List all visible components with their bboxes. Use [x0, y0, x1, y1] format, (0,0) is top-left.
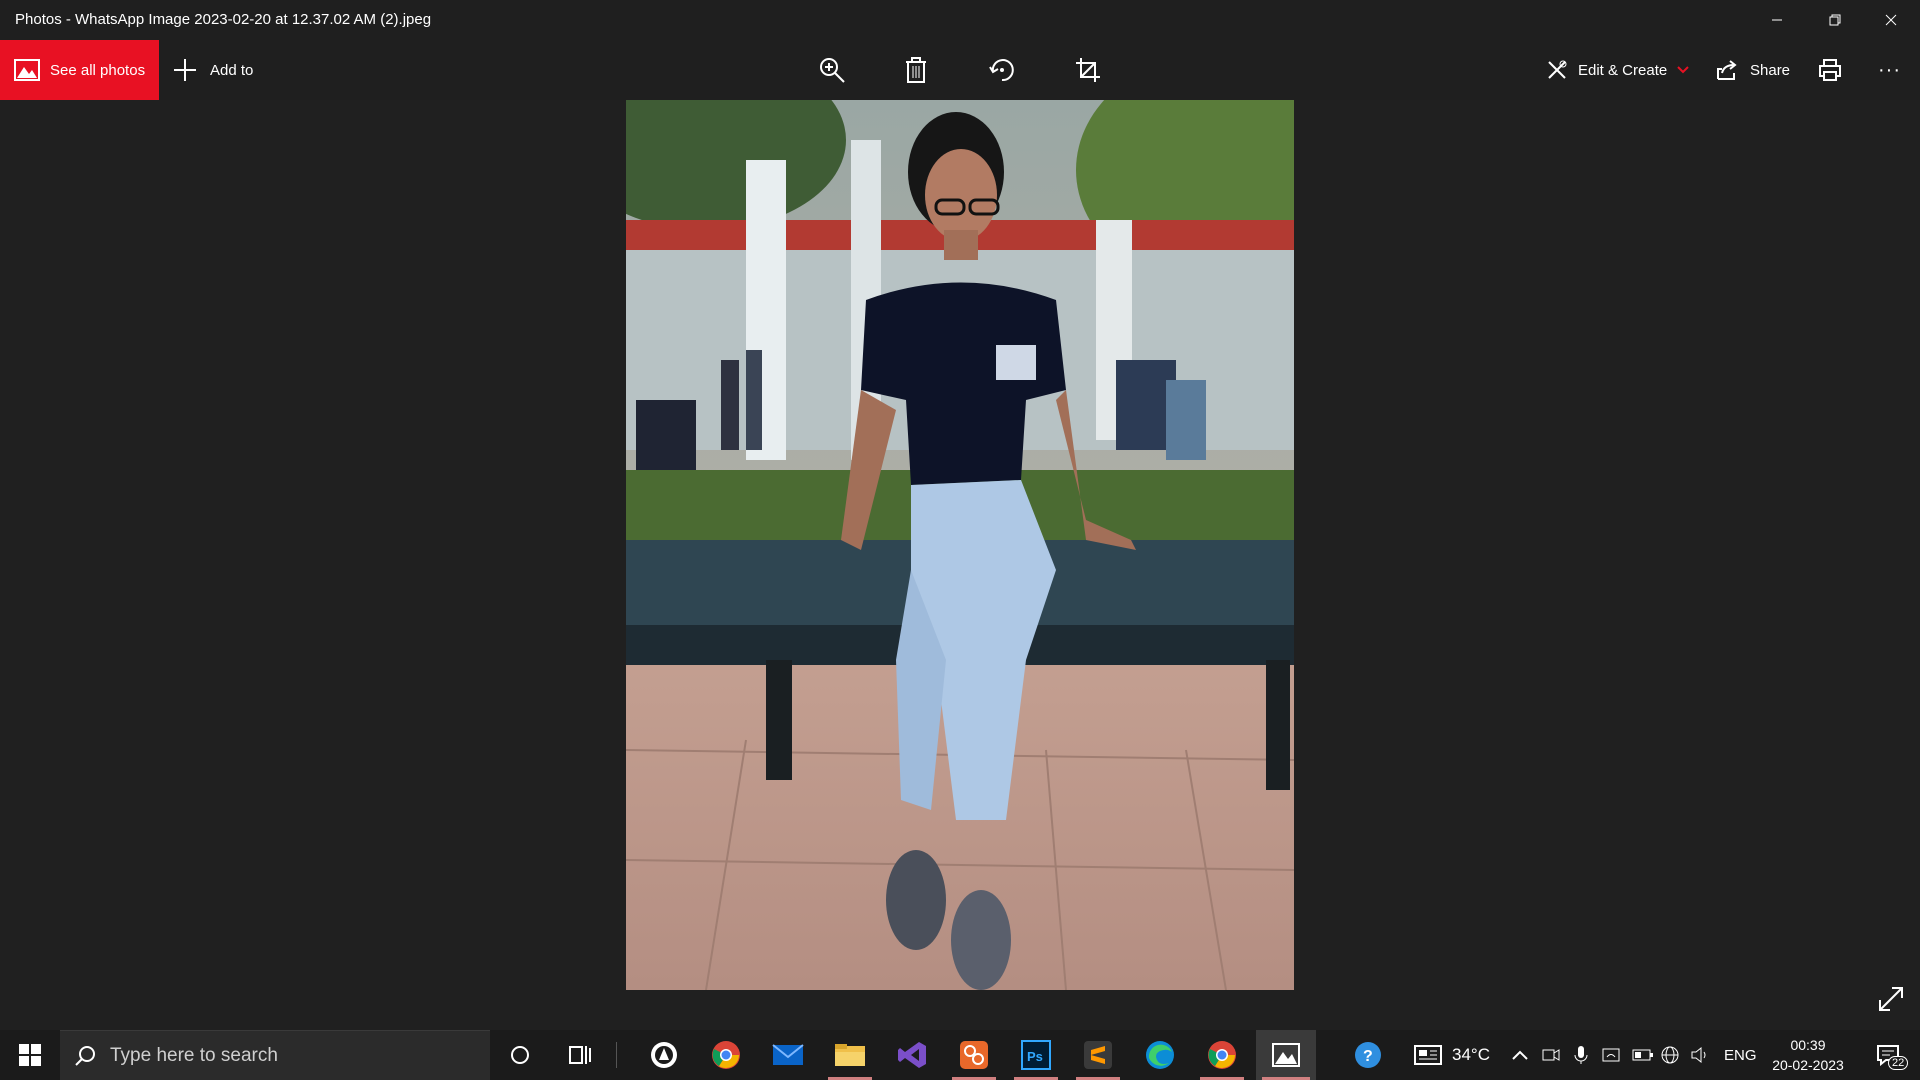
mail-icon — [772, 1044, 804, 1065]
camera-icon — [1542, 1049, 1560, 1061]
chevron-down-icon — [1677, 66, 1689, 74]
share-label: Share — [1750, 61, 1791, 79]
print-button[interactable] — [1814, 54, 1846, 86]
fullscreen-button[interactable] — [1876, 984, 1906, 1014]
trash-icon — [906, 57, 926, 83]
chrome-icon — [1208, 1041, 1236, 1069]
more-options-button[interactable]: ··· — [1878, 40, 1901, 100]
svg-text:Ps: Ps — [1027, 1049, 1043, 1064]
visual-studio-icon — [898, 1042, 926, 1068]
rotate-button[interactable] — [986, 54, 1018, 86]
taskbar-visual-studio[interactable] — [884, 1030, 940, 1080]
add-to-label: Add to — [210, 61, 254, 79]
expand-icon — [1879, 987, 1903, 1011]
delete-button[interactable] — [900, 54, 932, 86]
clock-time: 00:39 — [1790, 1037, 1826, 1053]
volume-tray[interactable] — [1690, 1030, 1710, 1080]
minimize-button[interactable] — [1748, 0, 1806, 40]
print-icon — [1819, 59, 1841, 81]
taskbar-file-explorer[interactable] — [822, 1030, 878, 1080]
network-tray[interactable] — [1602, 1030, 1622, 1080]
chrome-icon — [712, 1041, 740, 1069]
rotate-icon — [989, 59, 1014, 82]
taskbar-divider — [616, 1042, 617, 1068]
search-placeholder: Type here to search — [110, 1045, 278, 1066]
news-icon — [1414, 1045, 1442, 1065]
meet-now-tray[interactable] — [1542, 1030, 1560, 1080]
title-bar: Photos - WhatsApp Image 2023-02-20 at 12… — [0, 0, 1920, 40]
restore-icon — [1829, 14, 1841, 26]
taskbar-chrome-2[interactable] — [1194, 1030, 1250, 1080]
microphone-tray[interactable] — [1574, 1030, 1588, 1080]
help-button[interactable]: ? — [1340, 1030, 1396, 1080]
clock[interactable]: 00:39 20-02-2023 — [1766, 1030, 1850, 1080]
battery-icon — [1632, 1049, 1653, 1061]
taskbar-photoshop[interactable]: Ps — [1008, 1030, 1064, 1080]
photoshop-icon: Ps — [1021, 1040, 1051, 1070]
cortana-icon — [511, 1046, 529, 1064]
help-icon: ? — [1355, 1042, 1381, 1068]
taskbar-sublime[interactable] — [1070, 1030, 1126, 1080]
share-icon — [1717, 60, 1737, 80]
restore-button[interactable] — [1806, 0, 1864, 40]
clock-date: 20-02-2023 — [1772, 1057, 1844, 1073]
taskbar-chrome-1[interactable] — [698, 1030, 754, 1080]
photo-viewer-image — [626, 100, 1294, 990]
microphone-icon — [1574, 1046, 1588, 1064]
speaker-icon — [1691, 1046, 1706, 1064]
task-view-icon — [569, 1046, 591, 1064]
photo-illustration — [626, 100, 1294, 990]
weather-temperature: 34°C — [1452, 1045, 1490, 1064]
see-all-photos-label: See all photos — [50, 61, 146, 79]
sublime-icon — [1084, 1041, 1112, 1069]
cortana-button[interactable] — [492, 1030, 548, 1080]
network-icon — [1602, 1048, 1620, 1062]
edit-create-label: Edit & Create — [1578, 61, 1668, 79]
edge-icon — [1146, 1041, 1174, 1069]
language-label: ENG — [1724, 1046, 1757, 1064]
more-icon: ··· — [1878, 58, 1901, 81]
chevron-up-icon — [1512, 1050, 1528, 1060]
taskbar-edge[interactable] — [1132, 1030, 1188, 1080]
crop-icon — [1076, 58, 1100, 82]
notification-count: 22 — [1888, 1056, 1909, 1070]
add-to-button[interactable]: Add to — [172, 40, 253, 100]
edit-create-icon — [1548, 60, 1567, 79]
language-indicator[interactable]: ENG — [1724, 1030, 1757, 1080]
minimize-icon — [1772, 19, 1782, 21]
see-all-photos-button[interactable]: See all photos — [0, 40, 159, 100]
taskbar-app-orange[interactable] — [946, 1030, 1002, 1080]
window-title: Photos - WhatsApp Image 2023-02-20 at 12… — [15, 11, 432, 28]
taskbar-mail[interactable] — [760, 1030, 816, 1080]
zoom-button[interactable] — [816, 54, 848, 86]
svg-text:?: ? — [1363, 1048, 1373, 1065]
start-button[interactable] — [0, 1030, 60, 1080]
windows-icon — [19, 1044, 41, 1066]
app-badge-icon — [651, 1042, 677, 1068]
crop-button[interactable] — [1072, 54, 1104, 86]
search-icon — [75, 1046, 95, 1066]
plus-icon — [174, 59, 196, 81]
globe-tray[interactable] — [1660, 1030, 1680, 1080]
show-hidden-icons[interactable] — [1512, 1030, 1528, 1080]
folder-icon — [835, 1044, 865, 1066]
weather-widget[interactable]: 34°C — [1414, 1030, 1490, 1080]
taskbar-photos[interactable] — [1256, 1030, 1316, 1080]
photos-icon — [14, 59, 40, 81]
zoom-in-icon — [820, 58, 845, 83]
taskbar-search-box[interactable]: Type here to search — [60, 1030, 490, 1080]
edit-create-button[interactable]: Edit & Create — [1546, 40, 1689, 100]
battery-tray[interactable] — [1632, 1030, 1654, 1080]
close-button[interactable] — [1862, 0, 1920, 40]
globe-icon — [1661, 1046, 1679, 1064]
taskbar-app-1[interactable] — [636, 1030, 692, 1080]
photos-app-icon — [1272, 1043, 1300, 1067]
action-center-button[interactable]: 22 — [1868, 1030, 1909, 1080]
task-view-button[interactable] — [552, 1030, 608, 1080]
app-orange-icon — [960, 1041, 988, 1069]
close-icon — [1885, 14, 1897, 26]
share-button[interactable]: Share — [1716, 40, 1790, 100]
